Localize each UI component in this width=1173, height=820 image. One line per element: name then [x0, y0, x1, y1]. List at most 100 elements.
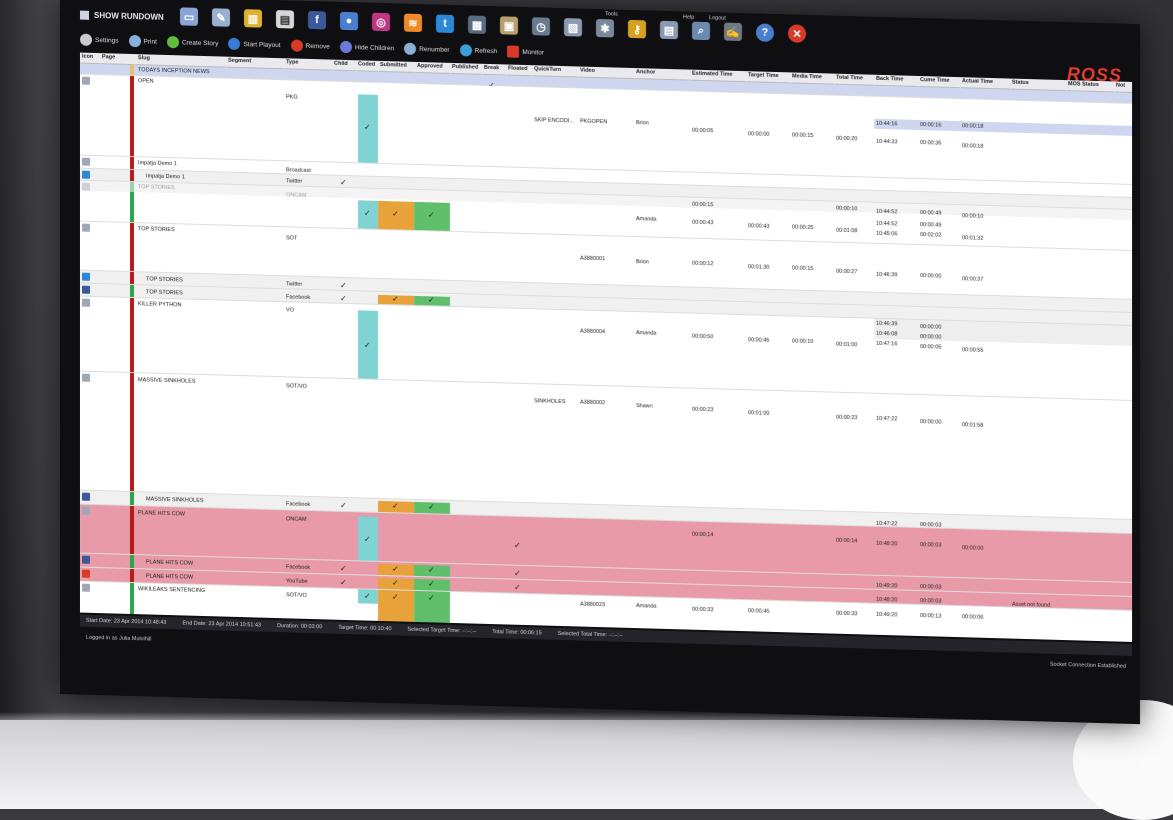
- column-header[interactable]: Page: [102, 54, 115, 60]
- hide-children-button[interactable]: Hide Children: [339, 40, 394, 55]
- edit-icon[interactable]: ✎: [212, 8, 230, 27]
- column-header[interactable]: Coded: [358, 61, 375, 67]
- target-time-cell: 00:01:30: [748, 264, 770, 271]
- column-header[interactable]: Total Time: [836, 75, 863, 82]
- video-cell: A3880023: [580, 601, 606, 609]
- gear-icon: [80, 33, 92, 46]
- cume-time-cell: 00:00:16: [920, 122, 942, 129]
- type-cell: SOT/VO: [286, 592, 307, 599]
- column-header[interactable]: Cume Time: [920, 77, 950, 84]
- cume-time-cell: 00:00:00: [920, 273, 942, 280]
- window-title: SHOW RUNDOWN: [80, 10, 164, 22]
- column-header[interactable]: Back Time: [876, 76, 903, 83]
- submitted-checkmark: ✓: [392, 578, 399, 588]
- printer-icon[interactable]: ▤: [660, 20, 678, 40]
- logout-icon[interactable]: ✕: [788, 24, 806, 43]
- back-time-cell: 10:44:16: [876, 120, 898, 128]
- cume-time-cell: 00:00:49: [920, 210, 942, 217]
- script-icon: [82, 583, 90, 592]
- key-icon[interactable]: ⚷: [628, 19, 646, 39]
- column-header[interactable]: Estimated Time: [692, 71, 733, 78]
- create-story-button[interactable]: Create Story: [166, 35, 218, 49]
- document-icon[interactable]: ▤: [276, 10, 294, 29]
- start-playout-button[interactable]: Start Playout: [228, 37, 281, 51]
- column-header[interactable]: Target Time: [748, 72, 779, 79]
- back-time-cell: 10:48:20: [876, 596, 898, 604]
- signature-icon[interactable]: ✍: [724, 22, 742, 42]
- report-icon[interactable]: ▧: [564, 18, 582, 37]
- column-header[interactable]: QuickTurn: [534, 66, 561, 73]
- printer-icon: [128, 34, 141, 48]
- clock-icon[interactable]: ◷: [532, 17, 550, 36]
- back-time-cell: 10:44:52: [876, 220, 898, 228]
- column-header[interactable]: Approved: [417, 63, 443, 70]
- column-header[interactable]: Anchor: [636, 69, 655, 76]
- total-time-cell: 00:00:27: [836, 268, 858, 276]
- facebook-icon[interactable]: f: [308, 10, 326, 30]
- approved-checkmark: ✓: [428, 579, 435, 589]
- column-header[interactable]: Video: [580, 68, 595, 74]
- floated-checkmark: ✓: [514, 568, 521, 578]
- type-cell: Facebook: [286, 501, 311, 508]
- column-header[interactable]: Floated: [508, 66, 528, 73]
- column-header[interactable]: Segment: [228, 58, 251, 65]
- play-icon: [228, 37, 241, 51]
- row-stripe: [130, 222, 134, 272]
- estimated-time-cell: 00:00:33: [692, 606, 714, 614]
- news-icon[interactable]: ▦: [468, 15, 486, 34]
- approved-checkmark: ✓: [428, 295, 435, 305]
- monitor-button[interactable]: Monitor: [507, 45, 544, 58]
- type-cell: Twitter: [286, 178, 303, 185]
- estimated-time-cell: 00:00:23: [692, 406, 714, 414]
- twitter-icon[interactable]: t: [436, 14, 454, 34]
- submitted-checkmark: ✓: [392, 501, 399, 511]
- column-header[interactable]: Type: [286, 59, 298, 65]
- row-stripe: [130, 64, 134, 76]
- column-header[interactable]: Icon: [82, 54, 93, 60]
- settings-button[interactable]: Settings: [80, 33, 119, 47]
- column-header[interactable]: Media Time: [792, 73, 822, 80]
- remove-button[interactable]: Remove: [290, 39, 330, 52]
- view-icon[interactable]: ▭: [180, 7, 198, 26]
- instagram-icon[interactable]: ◎: [372, 12, 390, 32]
- type-cell: Facebook: [286, 294, 311, 301]
- scroll-icon[interactable]: ▣: [500, 16, 518, 35]
- estimated-time-cell: 00:00:43: [692, 219, 714, 227]
- renumber-button[interactable]: Renumber: [404, 42, 450, 56]
- column-header[interactable]: Status: [1012, 80, 1029, 86]
- refresh-button[interactable]: Refresh: [459, 44, 497, 57]
- slug-cell: PLANE HITS COW: [146, 573, 194, 581]
- column-header[interactable]: Break: [484, 65, 499, 71]
- selected-target-time: Selected Target Time: --:--:--: [407, 626, 477, 635]
- back-time-cell: 10:47:16: [876, 340, 898, 348]
- slug-cell: TODAYS INCEPTION NEWS: [138, 67, 210, 76]
- desk-surface: [0, 720, 1173, 809]
- slug-cell: TOP STORIES: [146, 276, 183, 284]
- column-header[interactable]: Published: [452, 64, 478, 71]
- cume-time-cell: 00:00:36: [920, 140, 942, 147]
- help-icon[interactable]: ?: [756, 23, 774, 42]
- child-checkmark: ✓: [340, 577, 347, 588]
- column-header[interactable]: Submitted: [380, 62, 407, 69]
- column-header[interactable]: Actual Time: [962, 78, 993, 85]
- script-icon: [82, 298, 90, 307]
- facebook-icon: [82, 492, 90, 501]
- anchor-cell: Amanda: [636, 603, 657, 610]
- column-header[interactable]: Slug: [138, 55, 150, 61]
- search-icon[interactable]: ⌕: [692, 21, 710, 41]
- gear-icon[interactable]: ✱: [596, 18, 614, 38]
- twitter-icon: [82, 170, 90, 179]
- print-button[interactable]: Print: [128, 34, 157, 48]
- logged-in-user: Logged in as Julia Mulvihill: [86, 634, 152, 643]
- quickturn-cell: SINKHOLES: [534, 398, 566, 406]
- column-header[interactable]: Child: [334, 61, 348, 67]
- chart-icon[interactable]: ▥: [244, 9, 262, 28]
- flickr-icon[interactable]: ●: [340, 11, 358, 31]
- column-header[interactable]: Not: [1116, 82, 1125, 88]
- anchor-cell: Brion: [636, 259, 649, 266]
- app-icon: [80, 10, 89, 20]
- column-header[interactable]: MOS Status: [1068, 81, 1099, 88]
- help-label: Help: [683, 14, 695, 21]
- rss-icon[interactable]: ≋: [404, 13, 422, 33]
- approved-checkmark: ✓: [428, 210, 435, 220]
